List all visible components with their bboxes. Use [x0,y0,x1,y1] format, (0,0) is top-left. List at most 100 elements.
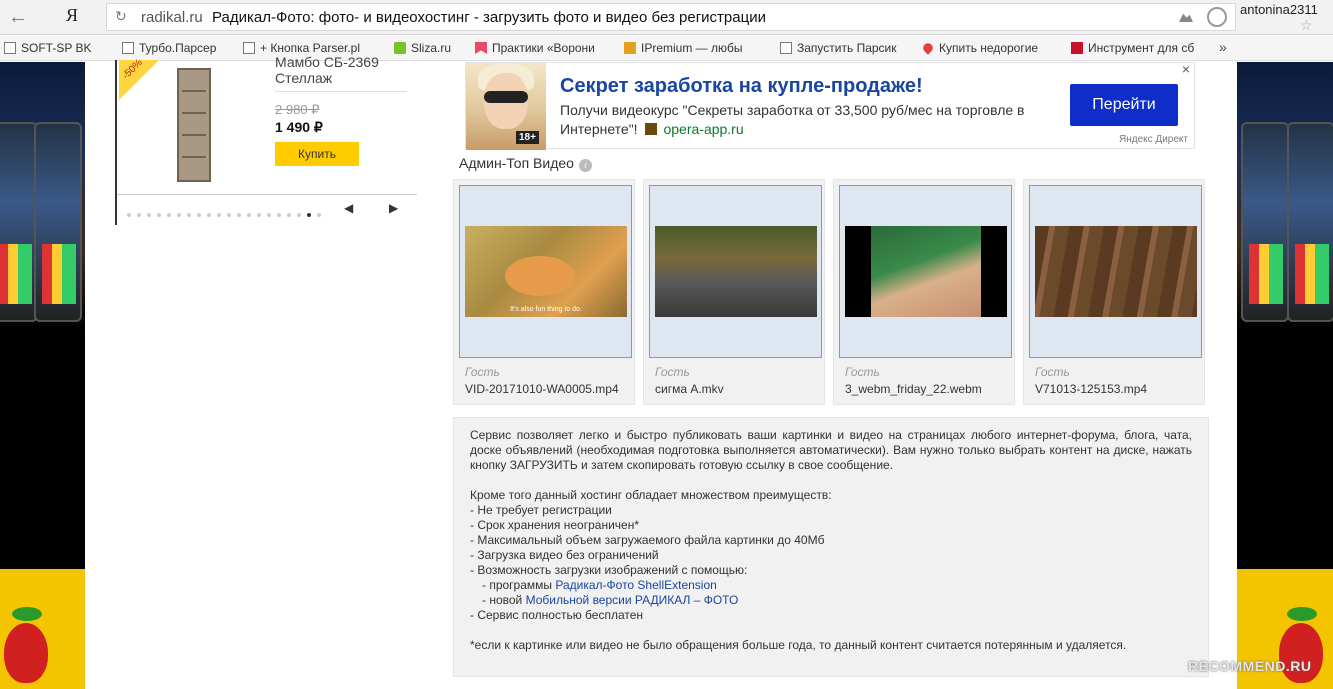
bookmark-sliza[interactable]: Sliza.ru [394,41,451,55]
video-filename[interactable]: V71013-125153.mp4 [1035,382,1203,396]
strawberry-panel [0,569,85,689]
page-icon [780,42,792,54]
divider [275,91,407,92]
image-extension-icon[interactable] [1179,13,1193,22]
age-badge: 18+ [516,131,539,144]
strawberry-image [4,623,48,683]
description-footnote: *если к картинке или видео не было обращ… [470,638,1127,652]
user-name[interactable]: antonina2311 [1240,2,1318,17]
slot-machine-image [34,122,82,322]
page-content: -50% Мамбо СБ-2369 Стеллаж 2 980 ₽ 1 490… [85,54,1237,689]
carousel-next-icon[interactable]: ▶ [389,201,398,215]
browser-toolbar: ← Я ↻ radikal.ru Радикал-Фото: фото- и в… [0,0,1333,35]
carousel-dots[interactable] [127,206,327,217]
close-icon[interactable]: × [1182,61,1190,77]
shell-extension-link[interactable]: Радикал-Фото ShellExtension [555,578,716,592]
page-icon [4,42,16,54]
advantage-item: - Сервис полностью бесплатен [470,608,644,622]
product-widget: -50% Мамбо СБ-2369 Стеллаж 2 980 ₽ 1 490… [115,54,417,225]
video-thumbnail[interactable] [839,185,1012,358]
product-name[interactable]: Мамбо СБ-2369 Стеллаж [275,54,410,86]
bookmarks-bar: SOFT-SP BK Турбо.Парсер + Кнопка Parser.… [0,36,1333,61]
recommend-watermark: RECOMMEND.RU [1188,658,1312,674]
heart-icon [921,41,935,55]
bookmark-parser-button[interactable]: + Кнопка Parser.pl [243,41,360,55]
hands-video-image [845,226,1007,317]
advantages-title: Кроме того данный хостинг обладает множе… [470,488,832,502]
product-image[interactable] [177,68,211,182]
video-filename[interactable]: сигма A.mkv [655,382,823,396]
ad-go-button[interactable]: Перейти [1070,84,1178,126]
slot-machine-image [1241,122,1289,322]
product-old-price: 2 980 ₽ [275,102,320,117]
video-card[interactable]: Гость V71013-125153.mp4 [1023,179,1205,405]
bookmark-praktiki[interactable]: Практики «Ворони [475,41,595,55]
bookmark-instrument[interactable]: Инструмент для сб [1071,41,1194,55]
video-filename[interactable]: VID-20171010-WA0005.mp4 [465,382,633,396]
leaf-image [1287,607,1317,621]
ad-site-link[interactable]: opera-app.ru [663,121,743,137]
slot-machine-image [0,122,38,322]
page-icon [122,42,134,54]
slot-machine-image [1287,122,1333,322]
bookmark-turbo-parser[interactable]: Турбо.Парсер [122,41,216,55]
video-thumbnail[interactable] [1029,185,1202,358]
address-bar[interactable]: ↻ radikal.ru Радикал-Фото: фото- и видео… [106,3,1236,31]
bookmark-start-parser[interactable]: Запустить Парсик [780,41,897,55]
video-card[interactable]: Гость сигма A.mkv [643,179,825,405]
address-page-title: Радикал-Фото: фото- и видеохостинг - заг… [212,9,766,26]
ad-title[interactable]: Секрет заработка на купле-продаже! [560,75,923,98]
star-icon[interactable]: ☆ [1300,17,1313,34]
ad-image[interactable]: 18+ [466,63,546,150]
video-filename[interactable]: 3_webm_friday_22.webm [845,382,1013,396]
section-title: Админ-Топ Видео i [459,155,592,172]
sliza-icon [394,42,406,54]
strawberry-image [1279,623,1323,683]
video-card[interactable]: It's also fun thing to do. Гость VID-201… [453,179,635,405]
leaf-image [12,607,42,621]
background-left-decoration [0,62,85,689]
bookmark-buy-cheap[interactable]: Купить недорогие [921,41,1038,55]
box-icon [624,42,636,54]
video-author: Гость [655,365,690,379]
description-intro: Сервис позволяет легко и быстро публиков… [470,428,1192,472]
video-author: Гость [1035,365,1070,379]
buy-button[interactable]: Купить [275,142,359,166]
video-card[interactable]: Гость 3_webm_friday_22.webm [833,179,1015,405]
bookmark-ipremium[interactable]: IPremium — любы [624,41,743,55]
advantage-item: - Возможность загрузки изображений с пом… [470,563,748,577]
globe-icon[interactable] [1207,7,1227,27]
bookmarks-more-icon[interactable]: » [1219,39,1227,55]
page-icon [243,42,255,54]
rocks-video-image [655,226,817,317]
mobile-version-link[interactable]: Мобильной версии РАДИКАЛ – ФОТО [526,593,739,607]
video-author: Гость [845,365,880,379]
advantage-subitem: - новой Мобильной версии РАДИКАЛ – ФОТО [482,593,739,607]
advantage-item: - Срок хранения неограничен* [470,518,639,532]
divider [117,194,417,195]
reload-icon[interactable]: ↻ [115,8,127,25]
video-author: Гость [465,365,500,379]
background-right-decoration [1237,62,1333,689]
carousel-prev-icon[interactable]: ◀ [344,201,353,215]
address-domain: radikal.ru [141,9,203,26]
ad-source-label[interactable]: Яндекс Директ [1119,134,1188,145]
info-icon[interactable]: i [578,159,592,172]
advantage-item: - Загрузка видео без ограничений [470,548,659,562]
service-description: Сервис позволяет легко и быстро публиков… [453,417,1209,677]
video-thumbnail[interactable]: It's also fun thing to do. [459,185,632,358]
video-thumbnail[interactable] [649,185,822,358]
yandex-direct-ad[interactable]: 18+ Секрет заработка на купле-продаже! П… [465,61,1195,150]
vi-icon [1071,42,1083,54]
advantage-item: - Максимальный объем загружаемого файла … [470,533,825,547]
attic-video-image [1035,226,1197,317]
product-price: 1 490 ₽ [275,119,323,135]
back-arrow-icon[interactable]: ← [8,6,28,28]
cat-video-image: It's also fun thing to do. [465,226,627,317]
bookmark-icon [475,42,487,54]
advantage-subitem: - программы Радикал-Фото ShellExtension [482,578,717,592]
ad-text: Получи видеокурс "Секреты заработка от 3… [560,102,1025,137]
bookmark-soft-sp[interactable]: SOFT-SP BK [4,41,91,55]
yandex-logo[interactable]: Я [66,5,78,26]
site-favicon-icon [645,123,658,135]
